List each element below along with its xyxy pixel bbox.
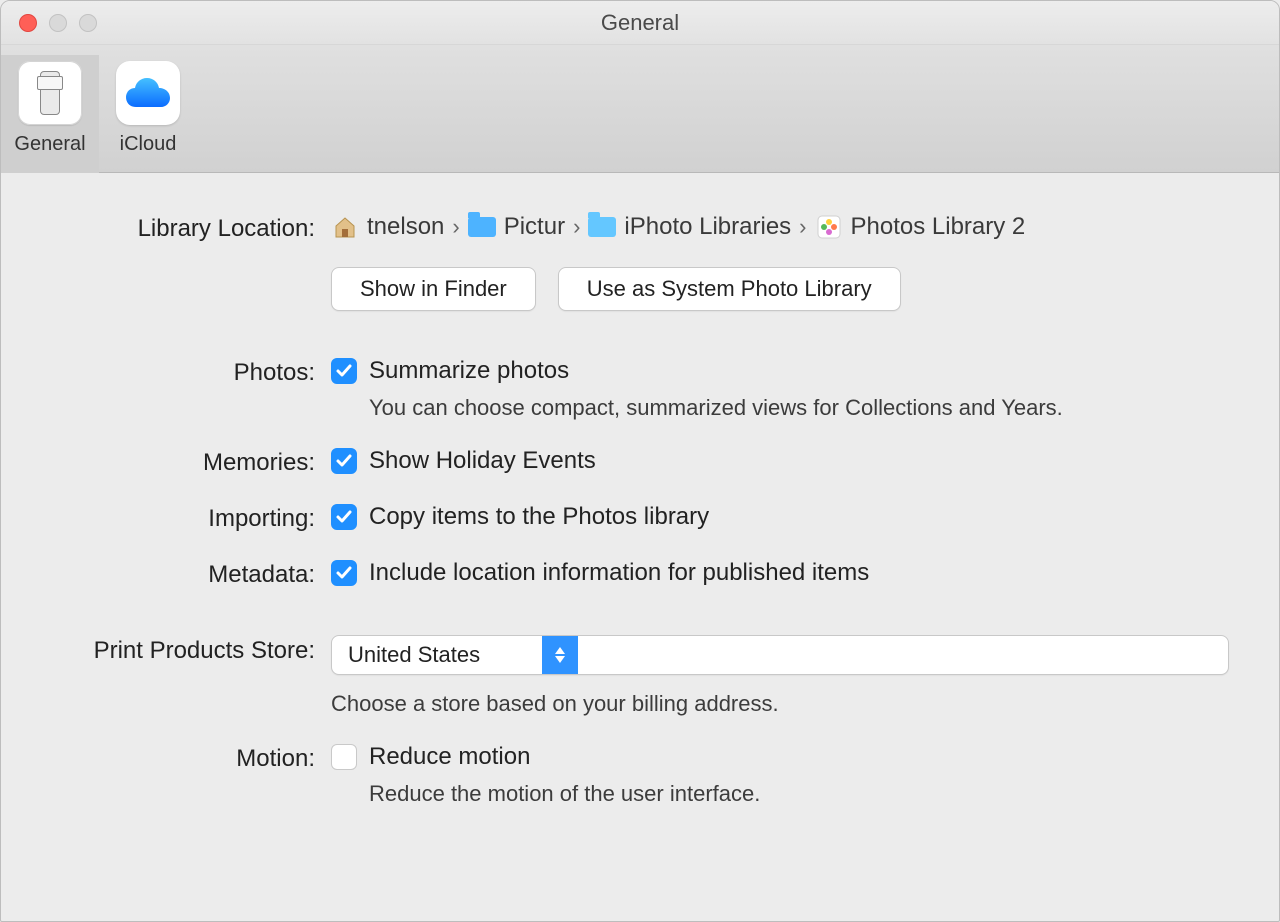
close-window-button[interactable]: [19, 14, 37, 32]
breadcrumb-text: tnelson: [367, 213, 444, 241]
breadcrumb-item-home[interactable]: tnelson: [331, 213, 444, 241]
checkbox-label: Include location information for publish…: [369, 559, 869, 587]
show-in-finder-button[interactable]: Show in Finder: [331, 267, 536, 311]
row-importing: Importing: Copy items to the Photos libr…: [51, 503, 1229, 533]
checkbox-copy-items[interactable]: [331, 504, 357, 530]
folder-icon: [588, 216, 616, 238]
use-as-system-photo-library-button[interactable]: Use as System Photo Library: [558, 267, 901, 311]
label-library-location: Library Location:: [51, 213, 331, 243]
row-metadata: Metadata: Include location information f…: [51, 559, 1229, 589]
label-photos: Photos:: [51, 357, 331, 387]
label-memories: Memories:: [51, 447, 331, 477]
row-memories: Memories: Show Holiday Events: [51, 447, 1229, 477]
titlebar: General: [1, 1, 1279, 45]
breadcrumb-text: Photos Library 2: [851, 213, 1026, 241]
chevron-right-icon: ›: [450, 214, 461, 240]
breadcrumb-item-pictures[interactable]: Pictur: [468, 213, 565, 241]
icloud-icon: [116, 61, 180, 125]
breadcrumb-text: Pictur: [504, 213, 565, 241]
label-metadata: Metadata:: [51, 559, 331, 589]
row-library-location: Library Location: tnelson › Pictur ›: [51, 213, 1229, 311]
motion-subtext: Reduce the motion of the user interface.: [369, 781, 1229, 807]
print-store-subtext: Choose a store based on your billing add…: [331, 691, 1229, 717]
checkbox-summarize-photos[interactable]: [331, 358, 357, 384]
tab-general[interactable]: General: [1, 55, 99, 173]
select-value: United States: [332, 636, 542, 674]
chevron-right-icon: ›: [797, 214, 808, 240]
window-title: General: [1, 10, 1279, 36]
content-area: Library Location: tnelson › Pictur ›: [1, 173, 1279, 873]
tab-icloud-label: iCloud: [120, 133, 177, 156]
minimize-window-button[interactable]: [49, 14, 67, 32]
checkbox-label: Show Holiday Events: [369, 447, 596, 475]
row-photos: Photos: Summarize photos You can choose …: [51, 357, 1229, 421]
breadcrumb-item-photos-library[interactable]: Photos Library 2: [815, 213, 1026, 241]
general-icon: [18, 61, 82, 125]
row-print-store: Print Products Store: United States Choo…: [51, 635, 1229, 717]
checkbox-show-holiday-events[interactable]: [331, 448, 357, 474]
preferences-toolbar: General iCloud: [1, 45, 1279, 173]
checkbox-label: Reduce motion: [369, 743, 530, 771]
stepper-arrows-icon: [542, 636, 578, 674]
checkbox-label: Copy items to the Photos library: [369, 503, 709, 531]
breadcrumb-item-iphoto-libraries[interactable]: iPhoto Libraries: [588, 213, 791, 241]
photos-app-icon: [815, 216, 843, 238]
label-motion: Motion:: [51, 743, 331, 773]
row-motion: Motion: Reduce motion Reduce the motion …: [51, 743, 1229, 807]
preferences-window: General General iCl: [0, 0, 1280, 922]
checkbox-include-location[interactable]: [331, 560, 357, 586]
chevron-right-icon: ›: [571, 214, 582, 240]
zoom-window-button[interactable]: [79, 14, 97, 32]
tab-icloud[interactable]: iCloud: [99, 55, 197, 173]
breadcrumb-text: iPhoto Libraries: [624, 213, 791, 241]
photos-subtext: You can choose compact, summarized views…: [369, 395, 1229, 421]
breadcrumb: tnelson › Pictur › iPhoto Libraries ›: [331, 213, 1229, 241]
checkbox-label: Summarize photos: [369, 357, 569, 385]
tab-general-label: General: [14, 133, 85, 156]
folder-icon: [468, 216, 496, 238]
print-store-select[interactable]: United States: [331, 635, 1229, 675]
label-print-store: Print Products Store:: [51, 635, 331, 665]
checkbox-reduce-motion[interactable]: [331, 744, 357, 770]
label-importing: Importing:: [51, 503, 331, 533]
window-controls: [19, 14, 97, 32]
home-icon: [331, 216, 359, 238]
